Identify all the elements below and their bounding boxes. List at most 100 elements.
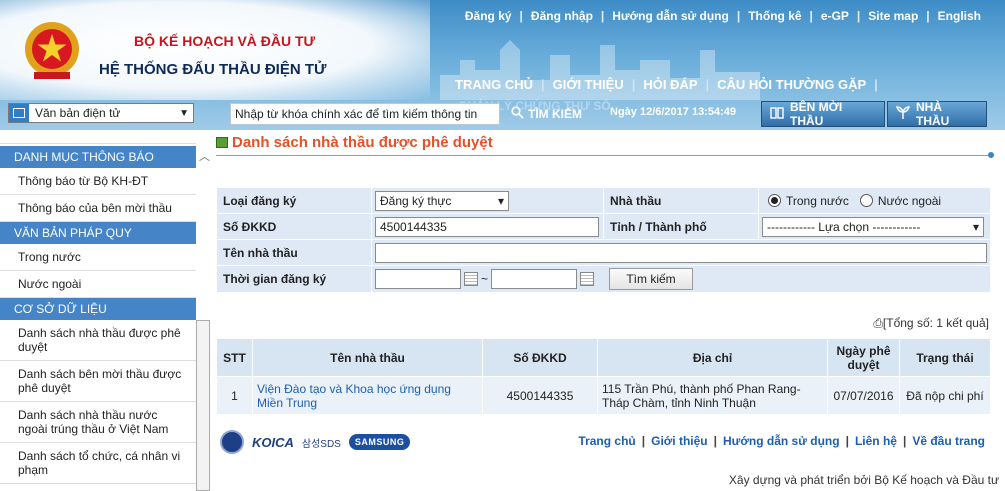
search-form: Loại đăng ký Đăng ký thực ▾ Nhà thầu Tro… — [216, 187, 991, 293]
sidebar-item-thong-bao-bo[interactable]: Thông báo từ Bộ KH-ĐT — [0, 168, 196, 195]
label-thoi-gian: Thời gian đăng ký — [216, 265, 372, 293]
results-table: STT Tên nhà thầu Số ĐKKD Địa chỉ Ngày ph… — [216, 338, 991, 415]
page-title: Danh sách nhà thầu được phê duyệt — [216, 134, 493, 151]
current-datetime: Ngày 12/6/2017 13:54:49 — [610, 106, 736, 118]
loai-dang-ky-value: Đăng ký thực — [380, 193, 452, 208]
chevron-down-icon: ▼ — [179, 107, 189, 119]
nha-thau-button[interactable]: NHÀ THẦU — [887, 100, 987, 128]
chevron-down-icon: ▾ — [972, 219, 979, 234]
footer-link-lien-he[interactable]: Liên hệ — [849, 434, 903, 448]
print-icon[interactable]: ⎙ — [873, 316, 883, 330]
cell-ten-nha-thau[interactable]: Viện Đào tạo và Khoa học ứng dụng Miền T… — [252, 376, 483, 415]
label-ten-nha-thau: Tên nhà thầu — [216, 239, 372, 266]
link-egp[interactable]: e-GP — [813, 9, 857, 23]
link-huong-dan[interactable]: Hướng dẫn sử dụng — [604, 9, 737, 23]
label-nha-thau: Nhà thầu — [603, 187, 759, 214]
label-loai-dang-ky: Loại đăng ký — [216, 187, 372, 214]
koica-logo: KOICA — [252, 434, 294, 450]
radio-nuoc-ngoai-label: Nước ngoài — [877, 193, 942, 208]
plant-icon — [895, 106, 911, 122]
table-header-row: STT Tên nhà thầu Số ĐKKD Địa chỉ Ngày ph… — [216, 338, 991, 377]
search-icon — [511, 106, 524, 122]
separator: | — [874, 77, 878, 92]
th-stt: STT — [216, 338, 253, 377]
document-type-select[interactable]: Văn bản điện tử ▼ — [8, 103, 194, 123]
samsung-logo: SAMSUNG — [348, 434, 411, 450]
partner-logos: KOICA 삼성SDS SAMSUNG — [220, 430, 411, 454]
sidebar: DANH MỤC THÔNG BÁO Thông báo từ Bộ KH-ĐT… — [0, 130, 196, 491]
search-button-label: TÌM KIẾM — [528, 107, 582, 121]
ten-nha-thau-input[interactable] — [375, 242, 987, 263]
main-nav: TRANG CHỦ | GIỚI THIỆU | HỎI ĐÁP | CÂU HỎI … — [447, 77, 878, 92]
ben-moi-thau-label: BÊN MỜI THẦU — [790, 100, 843, 128]
system-name: HỆ THỐNG ĐẤU THẦU ĐIỆN TỬ — [99, 61, 327, 78]
date-from-input[interactable] — [375, 269, 461, 289]
footer-link-ve-dau-trang[interactable]: Về đầu trang — [906, 434, 991, 448]
link-thong-ke[interactable]: Thống kê — [740, 9, 809, 23]
sidebar-item-nha-thau-phe-duyet[interactable]: Danh sách nhà thầu được phê duyệt — [0, 320, 196, 361]
date-to-input[interactable] — [491, 269, 578, 289]
th-ngay-phe-duyet: Ngày phê duyệt — [827, 338, 900, 377]
cell-ngay-phe-duyet: 07/07/2016 — [827, 376, 900, 415]
result-count-text: [Tổng số: 1 kết quả] — [882, 316, 989, 330]
table-row: 1 Viện Đào tạo và Khoa học ứng dụng Miền… — [216, 376, 991, 415]
mpi-logo-icon — [220, 430, 244, 454]
cell-stt: 1 — [216, 376, 253, 415]
radio-trong-nuoc[interactable] — [768, 194, 781, 207]
chevron-up-icon[interactable]: ︿ — [199, 148, 210, 164]
top-links: Đăng ký | Đăng nhập | Hướng dẫn sử dụng | T… — [457, 9, 989, 23]
link-sitemap[interactable]: Site map — [860, 9, 926, 23]
loai-dang-ky-select[interactable]: Đăng ký thực ▾ — [375, 190, 509, 211]
footer-link-huong-dan[interactable]: Hướng dẫn sử dụng — [717, 434, 846, 448]
sds-logo: 삼성SDS — [301, 438, 341, 450]
tinh-select[interactable]: ------------ Lựa chọn ------------ ▾ — [762, 216, 984, 237]
title-divider-dot — [988, 152, 994, 158]
footer-link-trang-chu[interactable]: Trang chủ — [572, 434, 641, 448]
th-so-dkkd: Số ĐKKD — [482, 338, 598, 377]
sidebar-item-thong-bao-ben-moi-thau[interactable]: Thông báo của bên mời thầu — [0, 195, 196, 222]
chevron-down-icon: ▾ — [497, 193, 504, 208]
footer-credit: Xây dựng và phát triển bởi Bộ Kế hoạch v… — [728, 473, 999, 487]
link-dang-ky[interactable]: Đăng ký — [457, 9, 520, 23]
ben-moi-thau-button[interactable]: BÊN MỜI THẦU — [761, 100, 885, 128]
th-dia-chi: Địa chỉ — [597, 338, 828, 377]
label-so-dkkd: Số ĐKKD — [216, 213, 372, 240]
sidebar-item-nuoc-ngoai[interactable]: Nước ngoài — [0, 271, 196, 298]
search-input[interactable]: Nhập từ khóa chính xác để tìm kiếm thông… — [230, 103, 500, 125]
tim-kiem-button[interactable]: Tìm kiếm — [609, 268, 694, 290]
date-range-separator: ~ — [481, 272, 489, 286]
nav-trang-chu[interactable]: TRANG CHỦ — [447, 77, 541, 92]
radio-nuoc-ngoai[interactable] — [859, 194, 873, 207]
so-dkkd-input[interactable]: 4500144335 — [375, 216, 599, 237]
ministry-name: BỘ KẾ HOẠCH VÀ ĐẦU TƯ — [134, 33, 316, 49]
cell-trang-thai: Đã nộp chi phí — [899, 376, 991, 415]
cell-so-dkkd: 4500144335 — [482, 376, 598, 415]
radio-trong-nuoc-label: Trong nước — [786, 193, 849, 208]
sidebar-item-nha-thau-nuoc-ngoai[interactable]: Danh sách nhà thầu nước ngoài trúng thầu… — [0, 402, 196, 443]
sidebar-cut-item — [0, 130, 196, 144]
title-divider — [216, 155, 990, 156]
nav-cau-hoi[interactable]: CÂU HỎI THƯỜNG GẶP — [709, 77, 874, 92]
document-type-value: Văn bản điện tử — [35, 106, 121, 120]
calendar-icon[interactable] — [464, 272, 478, 286]
result-count: ⎙[Tổng số: 1 kết quả] — [873, 316, 989, 331]
label-tinh: Tỉnh / Thành phố — [603, 213, 759, 240]
link-english[interactable]: English — [930, 9, 989, 23]
sidebar-item-trong-nuoc[interactable]: Trong nước — [0, 244, 196, 271]
th-ten-nha-thau: Tên nhà thầu — [252, 338, 483, 377]
sidebar-item-vi-pham[interactable]: Danh sách tổ chức, cá nhân vi phạm — [0, 443, 196, 484]
footer-links: Trang chủ | Giới thiệu | Hướng dẫn sử dụng… — [572, 434, 991, 448]
footer-link-gioi-thieu[interactable]: Giới thiệu — [645, 434, 714, 448]
sidebar-scrollbar[interactable] — [196, 320, 210, 491]
document-icon — [9, 104, 29, 122]
nav-hoi-dap[interactable]: HỎI ĐÁP — [635, 77, 705, 92]
national-emblem-icon — [20, 20, 84, 82]
book-icon — [770, 106, 784, 122]
arrow-icon — [216, 137, 228, 148]
link-dang-nhap[interactable]: Đăng nhập — [523, 9, 601, 23]
nav-gioi-thieu[interactable]: GIỚI THIỆU — [545, 77, 632, 92]
search-button[interactable]: TÌM KIẾM — [505, 104, 588, 124]
calendar-icon[interactable] — [580, 272, 595, 286]
sidebar-item-ben-moi-thau-phe-duyet[interactable]: Danh sách bên mời thầu được phê duyệt — [0, 361, 196, 402]
cell-dia-chi: 115 Trần Phú, thành phố Phan Rang-Tháp C… — [597, 376, 828, 415]
